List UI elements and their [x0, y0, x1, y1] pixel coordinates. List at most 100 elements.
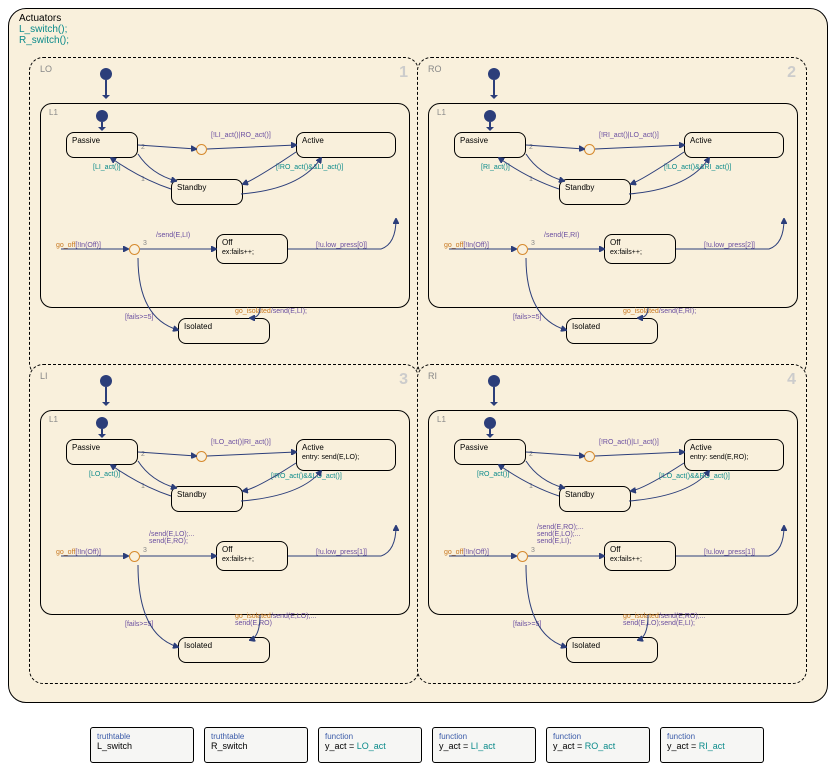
guard-go-off: go_off[!In(Off)]: [56, 549, 101, 556]
state-passive: Passive: [454, 439, 526, 465]
guard-left: [RI_act()]: [481, 164, 510, 171]
guard-fails: [fails>=5]: [513, 314, 541, 321]
inner-label: L1: [437, 108, 446, 117]
guard-go-off: go_off[!In(Off)]: [444, 549, 489, 556]
state-passive: Passive: [66, 132, 138, 158]
junction-num: 3: [143, 547, 147, 554]
guard-low-press: [!u.low_press[1]]: [316, 549, 367, 556]
initial-marker-icon: [484, 417, 496, 429]
guard-low-press: [!u.low_press[0]]: [316, 242, 367, 249]
junction-icon: [129, 244, 140, 255]
truthtable-r-switch: truthtable R_switch: [204, 727, 308, 763]
chart-title: Actuators L_switch(); R_switch();: [19, 13, 69, 46]
state-standby: Standby: [559, 486, 631, 512]
initial-marker-icon: [96, 417, 108, 429]
function-li-act: function y_act = LI_act: [432, 727, 536, 763]
state-off: Off ex:fails++;: [216, 234, 288, 264]
junction-num: 1: [529, 483, 533, 490]
box-body: y_act = RI_act: [667, 741, 757, 751]
junction-num: 3: [531, 547, 535, 554]
quad-number: 1: [399, 64, 408, 82]
action-send: /send(E,LI): [156, 232, 190, 239]
inner-label: L1: [49, 415, 58, 424]
state-isolated: Isolated: [178, 318, 270, 344]
guard-fails: [fails>=5]: [125, 621, 153, 628]
state-standby: Standby: [171, 179, 243, 205]
state-isolated: Isolated: [566, 637, 658, 663]
box-body: R_switch: [211, 741, 301, 751]
box-header: truthtable: [211, 732, 301, 741]
junction-num: 1: [141, 176, 145, 183]
box-body: y_act = LI_act: [439, 741, 529, 751]
action-send: /send(E,RO);... send(E,LO);... send(E,LI…: [537, 524, 584, 545]
junction-icon: [517, 551, 528, 562]
action-go-isolated: go_isolated/send(E,LI);: [235, 308, 307, 315]
initial-marker-icon: [488, 68, 500, 80]
initial-arrow: [493, 80, 495, 98]
function-ri-act: function y_act = RI_act: [660, 727, 764, 763]
guard-right: [!LO_act()&&RI_act()]: [664, 164, 731, 171]
quad-number: 2: [787, 64, 796, 82]
junction-num: 2: [529, 144, 533, 151]
state-active: Active entry: send(E,LO);: [296, 439, 396, 471]
guard-right: [!RO_act()&&LI_act()]: [276, 164, 343, 171]
guard-go-off: go_off[!In(Off)]: [56, 242, 101, 249]
quadrant-li: LI 3 L1 Passive Active entry: send(E,LO)…: [29, 364, 419, 684]
box-header: function: [667, 732, 757, 741]
fn-r-switch: R_switch();: [19, 35, 69, 46]
state-standby: Standby: [171, 486, 243, 512]
initial-marker-icon: [100, 375, 112, 387]
initial-marker-icon: [488, 375, 500, 387]
state-standby: Standby: [559, 179, 631, 205]
title-text: Actuators: [19, 13, 69, 24]
guard-top: [!RO_act()|LI_act()]: [599, 439, 659, 446]
inner-state-l1: L1 Passive Active entry: send(E,LO); Sta…: [40, 410, 410, 615]
action-go-isolated: go_isolated/send(E,RI);: [623, 308, 696, 315]
guard-low-press: [!u.low_press[2]]: [704, 242, 755, 249]
guard-left: [RO_act()]: [477, 471, 509, 478]
junction-icon: [584, 451, 595, 462]
box-body: L_switch: [97, 741, 187, 751]
initial-arrow: [105, 80, 107, 98]
initial-arrow: [101, 122, 103, 130]
initial-arrow: [105, 387, 107, 405]
box-body: y_act = RO_act: [553, 741, 643, 751]
quad-label: LO: [40, 64, 52, 74]
junction-num: 2: [141, 144, 145, 151]
box-header: function: [439, 732, 529, 741]
inner-label: L1: [49, 108, 58, 117]
guard-top: [!LO_act()|RI_act()]: [211, 439, 271, 446]
function-ro-act: function y_act = RO_act: [546, 727, 650, 763]
guard-right: [!RO_act()&&LO_act()]: [271, 473, 342, 480]
inner-state-l1: L1 Passive Active entry: send(E,RO); Sta…: [428, 410, 798, 615]
state-off: Off ex:fails++;: [216, 541, 288, 571]
initial-marker-icon: [100, 68, 112, 80]
junction-icon: [584, 144, 595, 155]
junction-num: 1: [141, 483, 145, 490]
guard-fails: [fails>=5]: [513, 621, 541, 628]
initial-marker-icon: [484, 110, 496, 122]
function-lo-act: function y_act = LO_act: [318, 727, 422, 763]
junction-icon: [129, 551, 140, 562]
guard-fails: [fails>=5]: [125, 314, 153, 321]
junction-num: 3: [143, 240, 147, 247]
guard-left: [LO_act()]: [89, 471, 120, 478]
quadrant-ro: RO 2 L1 Passive Active Standby Off ex:fa…: [417, 57, 807, 377]
actuators-chart: Actuators L_switch(); R_switch(); LO 1 L…: [8, 8, 828, 703]
inner-state-l1: L1 Passive Active Standby Off ex:fails++…: [40, 103, 410, 308]
state-active: Active: [296, 132, 396, 158]
action-go-isolated: go_isolated/send(E,RO);... send(E,LO);se…: [623, 613, 706, 627]
junction-num: 2: [141, 451, 145, 458]
action-send: /send(E,LO);... send(E,RO);: [149, 531, 195, 545]
state-passive: Passive: [454, 132, 526, 158]
box-header: truthtable: [97, 732, 187, 741]
fn-l-switch: L_switch();: [19, 24, 69, 35]
guard-low-press: [!u.low_press[1]]: [704, 549, 755, 556]
inner-label: L1: [437, 415, 446, 424]
initial-arrow: [489, 429, 491, 437]
initial-arrow: [101, 429, 103, 437]
guard-go-off: go_off[!In(Off)]: [444, 242, 489, 249]
junction-icon: [196, 451, 207, 462]
state-active: Active: [684, 132, 784, 158]
junction-num: 2: [529, 451, 533, 458]
